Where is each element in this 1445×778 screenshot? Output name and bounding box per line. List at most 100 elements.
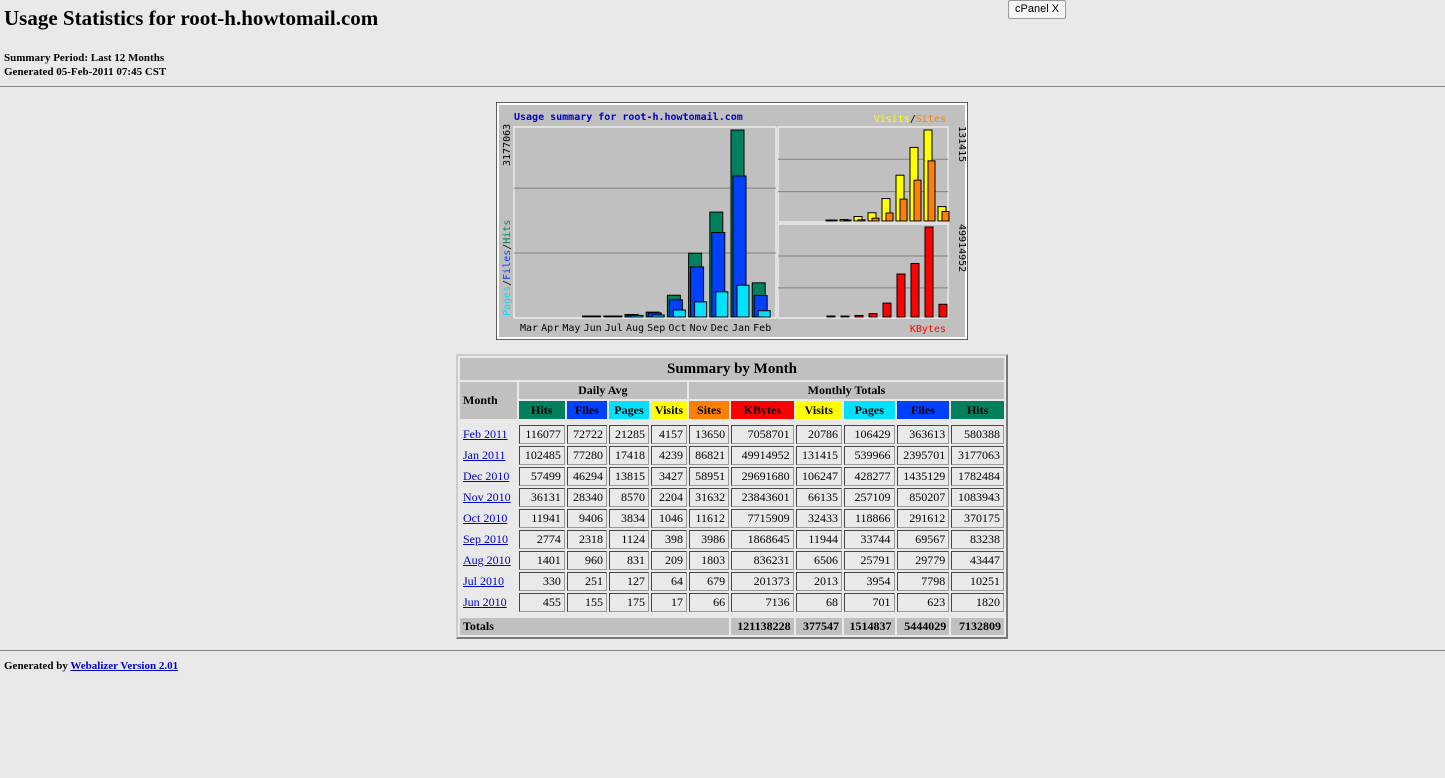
month-link[interactable]: Sep 2010: [463, 532, 508, 546]
cell-sites: 679: [689, 572, 730, 591]
cell-sites: 66: [689, 593, 730, 612]
legend-Visits: Visits: [874, 114, 910, 125]
cell-pages: 428277: [843, 467, 895, 486]
cell-pages: 25791: [843, 551, 895, 570]
cpanel-button[interactable]: cPanel X: [1008, 0, 1067, 19]
cell-visits: 17: [650, 593, 688, 612]
bar-kbytes: [882, 302, 892, 318]
table-row: Jul 2010 330 251 127 64 679 201373 2013 3954 7798…: [460, 572, 1004, 591]
table-row: Dec 2010 57499 46294 13815 3427 58951 29691680…: [460, 467, 1004, 486]
bar-kbytes: [854, 314, 864, 318]
summary-period: Summary Period: Last 12 Months: [4, 52, 165, 64]
cell-files: 69567: [896, 530, 950, 549]
left-axis-legend: Pages/Files/Hits: [502, 220, 513, 316]
cell-files: 2318: [566, 530, 607, 549]
month-link[interactable]: Feb 2011: [463, 427, 508, 441]
right-bottom-legend: KBytes: [910, 324, 946, 335]
month-cell: Nov 2010: [460, 488, 517, 507]
cell-pages: 127: [608, 572, 649, 591]
cell-hits: 330: [518, 572, 565, 591]
cell-files: 7798: [896, 572, 950, 591]
cell-pages: 33744: [843, 530, 895, 549]
table-row: Jun 2010 455 155 175 17 66 7136 68 701 623 1820: [460, 593, 1004, 612]
column-header-kbytes: KBytes: [731, 401, 794, 419]
bar-sites: [927, 160, 936, 222]
cell-kbytes: 836231: [731, 551, 794, 570]
divider: [0, 86, 1445, 87]
bar-sites: [941, 211, 950, 222]
x-tick-label: Jun: [584, 323, 602, 334]
month-cell: Jun 2010: [460, 593, 517, 612]
x-tick-label: Oct: [668, 323, 686, 334]
chart-title: Usage summary for root-h.howtomail.com: [514, 111, 743, 123]
right-top-max-label: 131415: [956, 126, 967, 162]
month-cell: Oct 2010: [460, 509, 517, 528]
cell-hits: 116077: [518, 425, 565, 444]
month-link[interactable]: Oct 2010: [463, 511, 507, 525]
cell-files: 960: [566, 551, 607, 570]
cell-pages: 17418: [608, 446, 649, 465]
x-tick-label: Mar: [520, 323, 538, 334]
month-link[interactable]: Jul 2010: [463, 574, 504, 588]
bar-pages: [630, 314, 644, 318]
column-header-visits: Visits: [650, 401, 688, 419]
cell-sites: 86821: [689, 446, 730, 465]
legend-Hits: Hits: [502, 220, 513, 244]
legend-Pages: Pages: [502, 286, 513, 316]
bar-pages: [672, 309, 686, 318]
cell-visits: 131415: [795, 446, 842, 465]
cell-files: 29779: [896, 551, 950, 570]
cell-pages: 8570: [608, 488, 649, 507]
x-tick-label: Aug: [626, 323, 644, 334]
column-header-files: Files: [566, 401, 607, 419]
month-link[interactable]: Dec 2010: [463, 469, 509, 483]
bar-sites: [843, 219, 852, 222]
total-value: 121138228: [731, 618, 794, 635]
totals-label: Totals: [460, 618, 730, 635]
cell-visits: 66135: [795, 488, 842, 507]
left-max-label: 3177063: [502, 124, 513, 166]
usage-summary-chart: Mar Apr May Jun Jul Aug Sep Oct Nov Dec Jan Feb Usag…: [496, 102, 968, 340]
bar-kbytes: [840, 315, 850, 318]
month-link[interactable]: Aug 2010: [463, 553, 511, 567]
cell-files: 291612: [896, 509, 950, 528]
cell-kbytes: 49914952: [731, 446, 794, 465]
cell-files: 623: [896, 593, 950, 612]
bar-sites: [885, 212, 894, 222]
month-link[interactable]: Nov 2010: [463, 490, 511, 504]
legend-Sites: Sites: [916, 114, 946, 125]
table-row: Jan 2011 102485 77280 17418 4239 86821 4991495…: [460, 446, 1004, 465]
cell-pages: 13815: [608, 467, 649, 486]
bar-kbytes: [910, 262, 920, 318]
bar-kbytes: [826, 315, 836, 318]
cell-visits: 1046: [650, 509, 688, 528]
month-cell: Dec 2010: [460, 467, 517, 486]
totals-row: Totals 121138228 377547 1514837 5444029 71328…: [460, 618, 1004, 635]
column-header-sites: Sites: [689, 401, 730, 419]
month-link[interactable]: Jan 2011: [463, 448, 506, 462]
bar-kbytes: [896, 273, 906, 318]
report-meta: Summary Period: Last 12 Months Generated…: [4, 51, 166, 79]
cell-visits: 2204: [650, 488, 688, 507]
cell-files: 9406: [566, 509, 607, 528]
cell-hits: 102485: [518, 446, 565, 465]
plot-area: [777, 126, 949, 223]
footer: Generated by Webalizer Version 2.01: [4, 660, 178, 672]
cell-sites: 3986: [689, 530, 730, 549]
bar-sites: [913, 179, 922, 222]
cell-hits: 3177063: [951, 446, 1004, 465]
cell-kbytes: 23843601: [731, 488, 794, 507]
cell-hits: 10251: [951, 572, 1004, 591]
x-tick-label: Jul: [605, 323, 623, 334]
webalizer-link[interactable]: Webalizer Version 2.01: [70, 660, 178, 672]
cell-hits: 11941: [518, 509, 565, 528]
bar-pages: [715, 291, 729, 318]
x-tick-label: Dec: [711, 323, 729, 334]
cell-sites: 11612: [689, 509, 730, 528]
cell-kbytes: 1868645: [731, 530, 794, 549]
cell-hits: 455: [518, 593, 565, 612]
cell-sites: 1803: [689, 551, 730, 570]
month-link[interactable]: Jun 2010: [463, 595, 507, 609]
cell-hits: 1782484: [951, 467, 1004, 486]
cell-pages: 701: [843, 593, 895, 612]
